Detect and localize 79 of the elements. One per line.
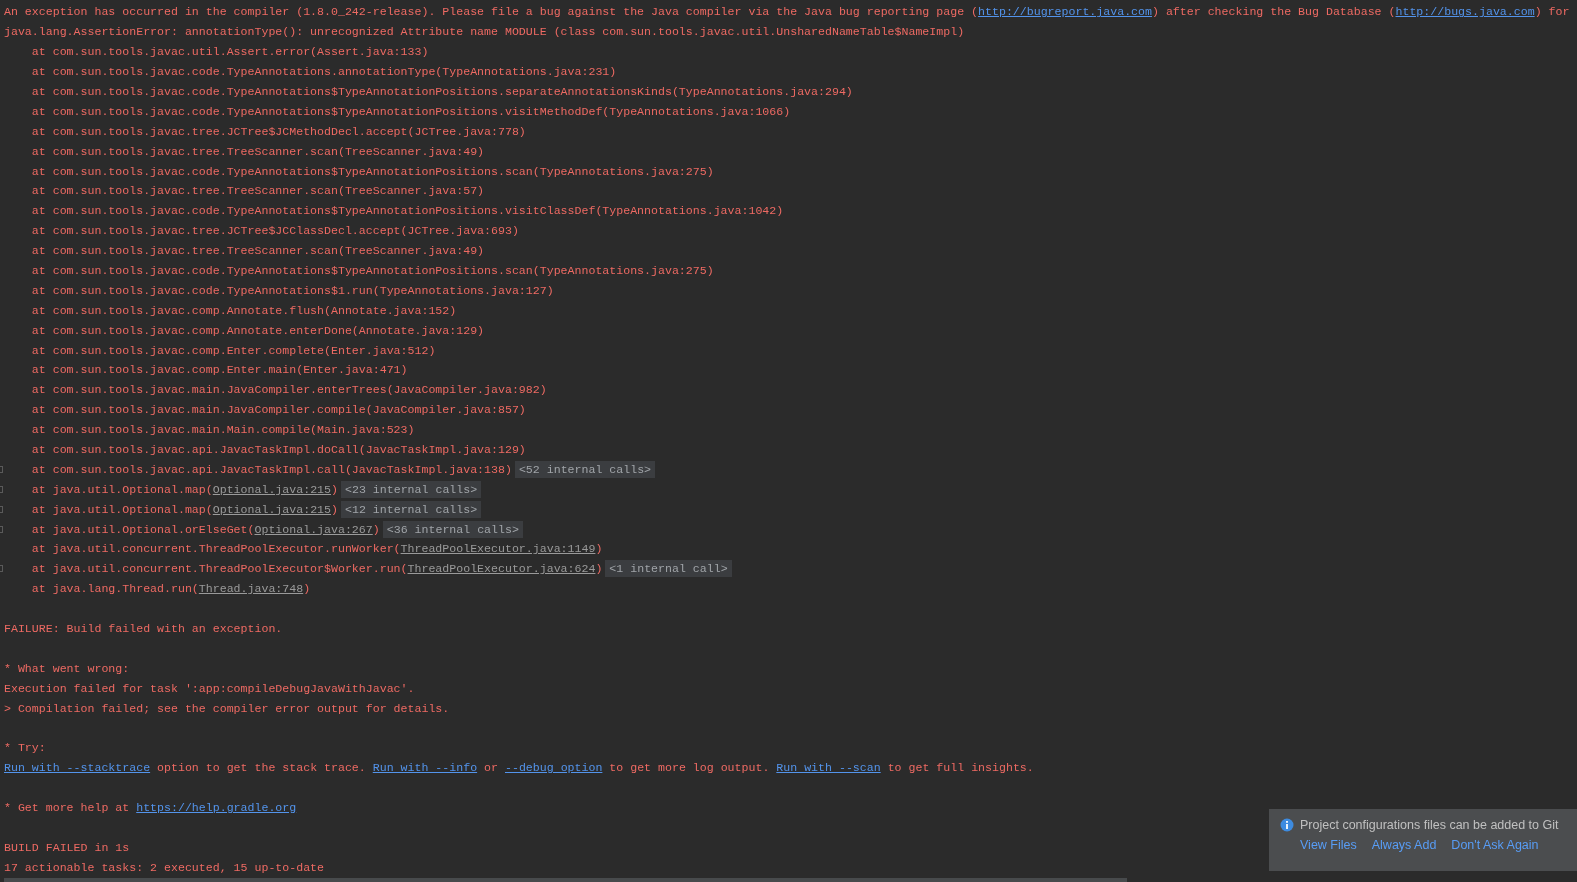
console-link[interactable]: Run with --stacktrace — [4, 761, 151, 775]
horizontal-scrollbar[interactable] — [4, 878, 1127, 882]
console-text: at com.sun.tools.javac.tree.JCTree$JCClassDecl.accept(JCTree.java:693) — [30, 224, 519, 238]
console-text: at com.sun.tools.javac.main.Main.compile(Main.java:523) — [30, 423, 415, 437]
console-text: at com.sun.tools.javac.code.TypeAnnotations$1.run(TypeAnnotations.java:127) — [30, 283, 554, 297]
console-text: at com.sun.tools.javac.tree.TreeScanner.scan(TreeScanner.java:57) — [30, 184, 485, 198]
console-text: at com.sun.tools.javac.tree.JCTree$JCMethodDecl.accept(JCTree.java:778) — [30, 124, 526, 138]
internal-calls-fold[interactable]: <36 internal calls> — [382, 520, 523, 538]
console-text: java.lang.AssertionError: annotationType(): unrecognized Attribute name MODULE (class com.sun.tools.javac.util.UnsharedNameTable$NameImpl) — [4, 25, 965, 39]
console-text: at java.util.concurrent.ThreadPoolExecutor.runWorker( — [30, 542, 401, 556]
console-link[interactable]: https://help.gradle.org — [136, 801, 297, 815]
notification-action-link[interactable]: View Files — [1300, 838, 1357, 852]
console-text: to get full insights. — [886, 761, 1034, 775]
fold-marker-icon[interactable] — [0, 565, 3, 573]
console-text: at com.sun.tools.javac.api.JavacTaskImpl.call(JavacTaskImpl.java:138) — [30, 462, 512, 476]
console-text: > Compilation failed; see the compiler error output for details. — [4, 701, 450, 715]
console-text: option to get the stack trace. — [156, 761, 367, 775]
console-text: ) for — [1534, 5, 1570, 19]
console-text: at com.sun.tools.javac.code.TypeAnnotations$TypeAnnotationPositions.separateAnnotationsKinds(TypeAnnotations.java:294) — [30, 85, 853, 98]
console-text: at com.sun.tools.javac.tree.TreeScanner.scan(TreeScanner.java:49) — [30, 144, 485, 158]
console-text: at com.sun.tools.javac.main.JavaCompiler.compile(JavaCompiler.java:857) — [30, 403, 526, 417]
console-text: at com.sun.tools.javac.comp.Annotate.flush(Annotate.java:152) — [30, 303, 457, 317]
console-text: at com.sun.tools.javac.code.TypeAnnotations$TypeAnnotationPositions.scan(TypeAnnotations.java:275) — [30, 164, 714, 178]
file-link[interactable]: Optional.java:267 — [254, 522, 373, 536]
console-text: Execution failed for task ':app:compileDebugJavaWithJavac'. — [4, 681, 415, 695]
console-link[interactable]: http://bugreport.java.com — [978, 5, 1152, 19]
console-text: at com.sun.tools.javac.code.TypeAnnotations$TypeAnnotationPositions.visitClassDef(TypeAnnotations.java:1042) — [30, 204, 784, 218]
internal-calls-fold[interactable]: <52 internal calls> — [514, 460, 656, 478]
console-link[interactable]: Run with --scan — [776, 761, 881, 775]
fold-marker-icon[interactable] — [0, 525, 3, 533]
console-link[interactable]: --debug option — [504, 761, 603, 775]
notification-action-link[interactable]: Don't Ask Again — [1451, 838, 1539, 852]
console-text: FAILURE: Build failed with an exception. — [4, 622, 283, 636]
console-text: at java.util.Optional.orElseGet( — [30, 522, 255, 536]
file-link[interactable]: ThreadPoolExecutor.java:624 — [407, 562, 596, 576]
console-text: at com.sun.tools.javac.code.TypeAnnotations$TypeAnnotationPositions.scan(TypeAnnotations.java:275) — [30, 264, 714, 277]
file-link[interactable]: Thread.java:748 — [198, 582, 304, 596]
notification-message: Project configurations files can be added to Git — [1300, 818, 1559, 832]
fold-marker-icon[interactable] — [0, 465, 3, 473]
console-text: ) — [372, 522, 380, 536]
info-icon — [1280, 818, 1294, 832]
console-text: at java.util.concurrent.ThreadPoolExecutor$Worker.run( — [30, 562, 408, 576]
console-text: at com.sun.tools.javac.main.JavaCompiler.enterTrees(JavaCompiler.java:982) — [30, 383, 547, 397]
console-text: or — [483, 761, 499, 775]
console-text: * Try: — [4, 741, 46, 755]
internal-calls-fold[interactable]: <12 internal calls> — [341, 500, 482, 518]
console-text: at java.util.Optional.map( — [30, 482, 213, 496]
console-text: at com.sun.tools.javac.tree.TreeScanner.scan(TreeScanner.java:49) — [30, 244, 485, 258]
internal-calls-fold[interactable]: <1 internal call> — [605, 560, 732, 578]
console-text: ) — [595, 562, 603, 576]
console-text: at com.sun.tools.javac.comp.Enter.main(Enter.java:471) — [30, 363, 408, 377]
console-text: to get more log output. — [608, 761, 771, 775]
console-text: BUILD FAILED in 1s — [4, 840, 130, 854]
file-link[interactable]: ThreadPoolExecutor.java:1149 — [400, 542, 596, 556]
console-text: at com.sun.tools.javac.comp.Enter.complete(Enter.java:512) — [30, 343, 436, 357]
console-text: ) — [595, 542, 603, 556]
console-text: ) — [331, 482, 338, 496]
fold-marker-icon[interactable] — [0, 485, 3, 493]
console-link[interactable]: http://bugs.java.com — [1395, 5, 1535, 19]
console-text: ) after checking the Bug Database ( — [1152, 5, 1396, 19]
console-text: ) — [303, 582, 311, 596]
file-link[interactable]: Optional.java:215 — [212, 502, 331, 516]
console-text: An exception has occurred in the compiler (1.8.0_242-release). Please file a bug against the Java compiler via the Java bug reporting page ( — [4, 5, 979, 19]
internal-calls-fold[interactable]: <23 internal calls> — [341, 480, 482, 498]
notification-action-link[interactable]: Always Add — [1371, 838, 1437, 852]
console-text: 17 actionable tasks: 2 executed, 15 up-to-date — [4, 860, 325, 874]
console-text: at java.lang.Thread.run( — [30, 582, 199, 596]
fold-marker-icon[interactable] — [0, 505, 3, 513]
console-text: at com.sun.tools.javac.comp.Annotate.enterDone(Annotate.java:129) — [30, 323, 485, 337]
console-text: at com.sun.tools.javac.util.Assert.error(Assert.java:133) — [30, 45, 429, 59]
console-text: * What went wrong: — [4, 661, 130, 675]
console-text: ) — [331, 502, 338, 516]
file-link[interactable]: Optional.java:215 — [212, 482, 331, 496]
console-text: at com.sun.tools.javac.code.TypeAnnotations$TypeAnnotationPositions.visitMethodDef(TypeAnnotations.java:1066) — [30, 104, 791, 118]
console-text: at java.util.Optional.map( — [30, 502, 213, 516]
console-link[interactable]: Run with --info — [372, 761, 478, 775]
console-text: * Get more help at — [4, 801, 131, 815]
console-text: at com.sun.tools.javac.api.JavacTaskImpl.doCall(JavacTaskImpl.java:129) — [30, 443, 526, 457]
console-text: at com.sun.tools.javac.code.TypeAnnotations.annotationType(TypeAnnotations.java:231) — [30, 65, 617, 79]
